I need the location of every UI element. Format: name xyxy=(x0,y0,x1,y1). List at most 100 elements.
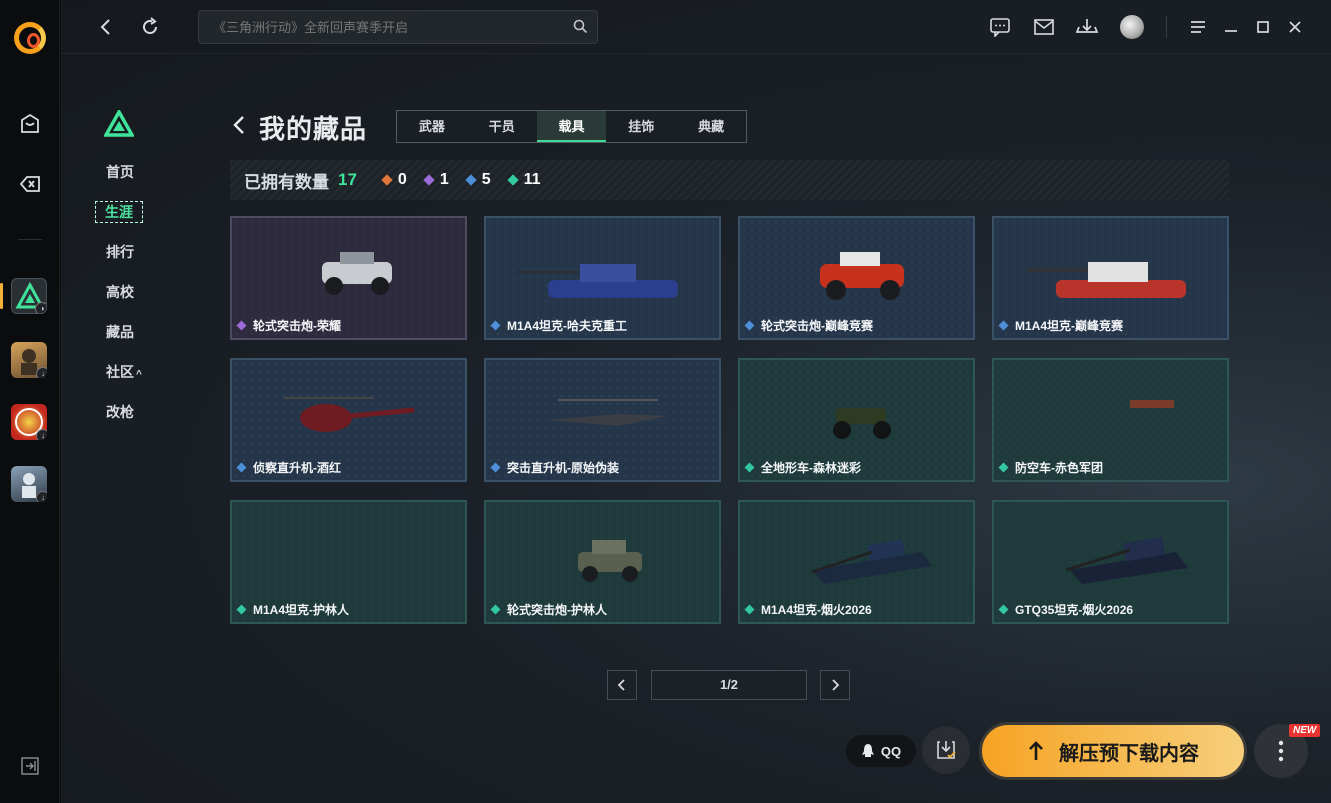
vehicle-card[interactable]: M1A4坦克-哈夫克重工 xyxy=(484,216,721,340)
helicopter-icon xyxy=(283,397,414,432)
close-icon[interactable] xyxy=(1282,14,1308,40)
vehicle-card[interactable]: 突击直升机-原始伪装 xyxy=(484,358,721,482)
tank-icon xyxy=(1065,536,1188,584)
vehicle-card[interactable]: M1A4坦克-巅峰竞赛 xyxy=(992,216,1229,340)
vehicle-card[interactable]: GTQ35坦克-烟火2026 xyxy=(992,500,1229,624)
tank-icon xyxy=(1025,262,1186,298)
back-icon[interactable] xyxy=(93,14,119,40)
vehicle-name: M1A4坦克-哈夫克重工 xyxy=(507,319,628,333)
rarity-green-icon xyxy=(490,604,501,615)
vehicle-name: GTQ35坦克-烟火2026 xyxy=(1015,603,1134,617)
tab-archive[interactable]: 典藏 xyxy=(676,111,746,142)
download-badge-icon: ↓ xyxy=(36,491,47,502)
unpack-predownload-button[interactable]: 解压预下载内容 xyxy=(979,722,1247,780)
rarity-purple-icon xyxy=(423,174,435,186)
menu-icon[interactable] xyxy=(1185,14,1211,40)
nav-item-gunsmith[interactable]: 改枪 xyxy=(95,400,155,440)
aa-vehicle-icon xyxy=(1129,400,1174,408)
install-status-button[interactable] xyxy=(922,726,970,774)
tank-icon xyxy=(811,538,932,584)
minimize-icon[interactable] xyxy=(1218,14,1244,40)
collapse-sidebar-icon[interactable] xyxy=(14,750,46,782)
pager-prev-button[interactable] xyxy=(607,670,637,700)
rarity-green-icon xyxy=(998,604,1009,615)
vehicle-card[interactable]: 轮式突击炮-护林人 xyxy=(484,500,721,624)
nav-item-collection[interactable]: 藏品 xyxy=(95,320,155,360)
maximize-icon[interactable] xyxy=(1250,14,1276,40)
tab-weapons[interactable]: 武器 xyxy=(397,111,467,142)
nav-item-career[interactable]: 生涯 xyxy=(95,200,155,240)
rarity-count-gold: 0 xyxy=(381,171,407,189)
vehicle-name: 轮式突击炮-巅峰竞赛 xyxy=(761,319,873,333)
rarity-blue-icon xyxy=(744,320,755,331)
nav-item-community[interactable]: 社区 ^ xyxy=(95,360,155,400)
nav-item-ranking[interactable]: 排行 xyxy=(95,240,155,280)
chat-icon[interactable] xyxy=(987,14,1013,40)
tab-charms[interactable]: 挂饰 xyxy=(606,111,676,142)
vehicle-name: 轮式突击炮-护林人 xyxy=(507,603,607,617)
game-delta-force-icon[interactable]: ◑ xyxy=(11,278,47,314)
vehicle-name: 轮式突击炮-荣耀 xyxy=(253,319,341,333)
vehicle-card[interactable]: 轮式突击炮-荣耀 xyxy=(230,216,467,340)
rarity-blue-icon xyxy=(998,320,1009,331)
chevron-right-icon xyxy=(832,679,840,691)
sub-navigation: 首页 生涯 排行 高校 藏品 社区 ^ 改枪 xyxy=(95,160,155,440)
gamepad-icon[interactable] xyxy=(14,168,46,200)
refresh-icon[interactable] xyxy=(137,14,163,40)
active-indicator xyxy=(0,283,3,309)
arrow-up-icon xyxy=(1029,741,1043,760)
car-icon xyxy=(321,252,392,295)
download-badge-icon: ↓ xyxy=(36,367,47,378)
car-icon xyxy=(577,540,642,582)
page-title: 我的藏品 xyxy=(259,114,368,144)
vehicle-card[interactable]: M1A4坦克-烟火2026 xyxy=(738,500,975,624)
nav-item-college[interactable]: 高校 xyxy=(95,280,155,320)
rarity-green-icon xyxy=(236,604,247,615)
helicopter-icon xyxy=(547,399,668,426)
game-pubg-icon[interactable]: ↓ xyxy=(11,342,47,378)
game-shooter-icon[interactable]: ↓ xyxy=(11,466,47,502)
rarity-blue-icon xyxy=(490,320,501,331)
vehicle-card[interactable]: M1A4坦克-护林人 xyxy=(230,500,467,624)
vehicle-card[interactable]: 侦察直升机-酒红 xyxy=(230,358,467,482)
vehicle-card[interactable]: 防空车-赤色军团 xyxy=(992,358,1229,482)
rarity-gold-icon xyxy=(381,174,393,186)
vehicle-card[interactable]: 轮式突击炮-巅峰竞赛 xyxy=(738,216,975,340)
download-badge-icon: ↓ xyxy=(36,429,47,440)
avatar[interactable] xyxy=(1120,15,1144,39)
search-box[interactable] xyxy=(198,10,598,44)
chevron-left-icon xyxy=(617,679,625,691)
pager-next-button[interactable] xyxy=(820,670,850,700)
search-input[interactable] xyxy=(199,11,559,43)
rarity-green-icon xyxy=(744,604,755,615)
qq-button[interactable]: QQ xyxy=(846,735,916,767)
vehicle-name: 防空车-赤色军团 xyxy=(1015,461,1103,475)
rarity-purple-icon xyxy=(236,320,247,331)
search-icon[interactable] xyxy=(573,19,588,39)
tank-icon xyxy=(517,264,678,298)
owned-count-total: 17 xyxy=(338,170,357,189)
vehicle-name: 侦察直升机-酒红 xyxy=(253,461,341,475)
store-icon[interactable] xyxy=(14,108,46,140)
delta-force-logo-icon xyxy=(103,108,135,143)
vehicle-card[interactable]: 全地形车-森林迷彩 xyxy=(738,358,975,482)
tab-vehicles[interactable]: 载具 xyxy=(536,111,607,142)
new-badge: NEW xyxy=(1289,724,1321,737)
owned-count-bar: 已拥有数量 17 0 1 5 11 xyxy=(230,160,1229,200)
owned-count-label: 已拥有数量 xyxy=(244,172,329,192)
app-logo-icon[interactable] xyxy=(14,22,46,54)
rarity-count-green: 11 xyxy=(506,171,541,189)
rarity-count-blue: 5 xyxy=(465,171,491,189)
main-area: 首页 生涯 排行 高校 藏品 社区^ 改枪 我的藏品 武器 干员 载具 挂饰 典… xyxy=(61,0,1331,803)
vehicle-name: M1A4坦克-护林人 xyxy=(253,603,350,617)
vehicle-name: M1A4坦克-烟火2026 xyxy=(761,603,872,617)
game-crossfire-icon[interactable]: ↓ xyxy=(11,404,47,440)
nav-item-home[interactable]: 首页 xyxy=(95,160,155,200)
mail-icon[interactable] xyxy=(1031,14,1057,40)
game-badge-icon: ◑ xyxy=(35,302,46,313)
rarity-green-icon xyxy=(744,462,755,473)
page-back-icon[interactable] xyxy=(232,114,246,136)
download-manager-icon[interactable] xyxy=(1074,14,1100,40)
atv-icon xyxy=(832,408,891,439)
tab-operators[interactable]: 干员 xyxy=(467,111,537,142)
